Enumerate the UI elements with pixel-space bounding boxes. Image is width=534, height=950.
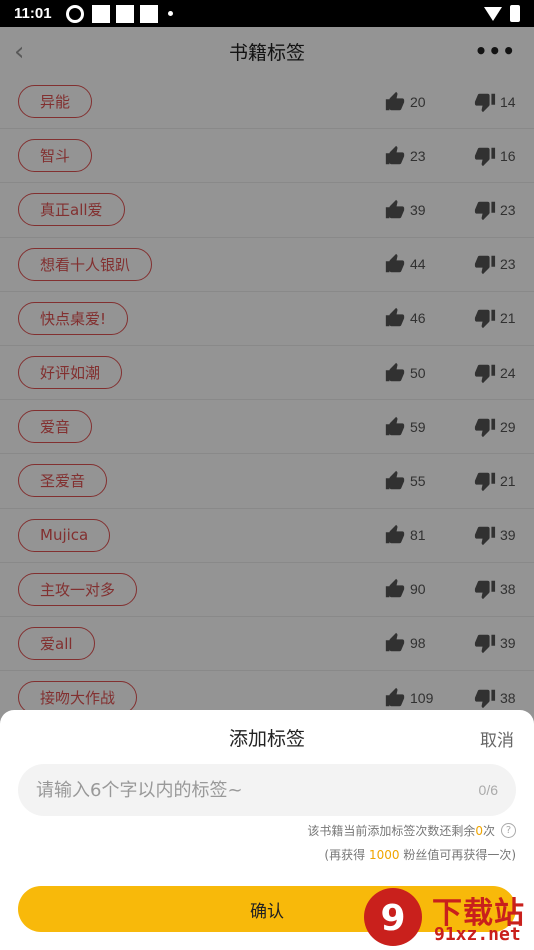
fan-value-count: 1000 bbox=[368, 848, 400, 862]
sheet-title: 添加标签 bbox=[228, 728, 305, 750]
remaining-hint: 该书籍当前添加标签次数还剩余 0 次 ? bbox=[307, 822, 516, 839]
help-icon[interactable]: ? bbox=[501, 823, 516, 838]
char-counter: 0/6 bbox=[478, 782, 498, 798]
fan-hint-suffix: 粉丝值可再获得一次) bbox=[403, 848, 516, 862]
status-bar: 11:01 bbox=[0, 0, 534, 27]
svg-text:9: 9 bbox=[380, 898, 405, 939]
notification-icon bbox=[91, 4, 110, 23]
status-time: 11:01 bbox=[14, 5, 52, 22]
aperture-icon bbox=[65, 4, 84, 23]
fan-hint-prefix: (再获得 bbox=[324, 848, 366, 862]
notification-icon bbox=[139, 4, 158, 23]
fan-value-hint: (再获得 1000 粉丝值可再获得一次) bbox=[324, 846, 516, 863]
watermark-url: 91xz.net bbox=[434, 924, 521, 945]
wifi-icon bbox=[484, 6, 502, 21]
site-watermark: 9 下载站 91xz.net bbox=[362, 886, 532, 948]
more-notifications-icon bbox=[167, 11, 173, 16]
battery-icon bbox=[510, 5, 520, 22]
watermark-logo-icon: 9 bbox=[364, 888, 422, 946]
cancel-button[interactable]: 取消 bbox=[480, 726, 514, 751]
tag-input-container: 0/6 bbox=[18, 764, 516, 816]
tag-input[interactable] bbox=[36, 779, 479, 801]
remaining-count: 0 bbox=[475, 823, 483, 838]
remaining-hint-prefix: 该书籍当前添加标签次数还剩余 bbox=[307, 824, 476, 838]
remaining-hint-suffix: 次 bbox=[482, 824, 495, 838]
notification-icon bbox=[115, 4, 134, 23]
